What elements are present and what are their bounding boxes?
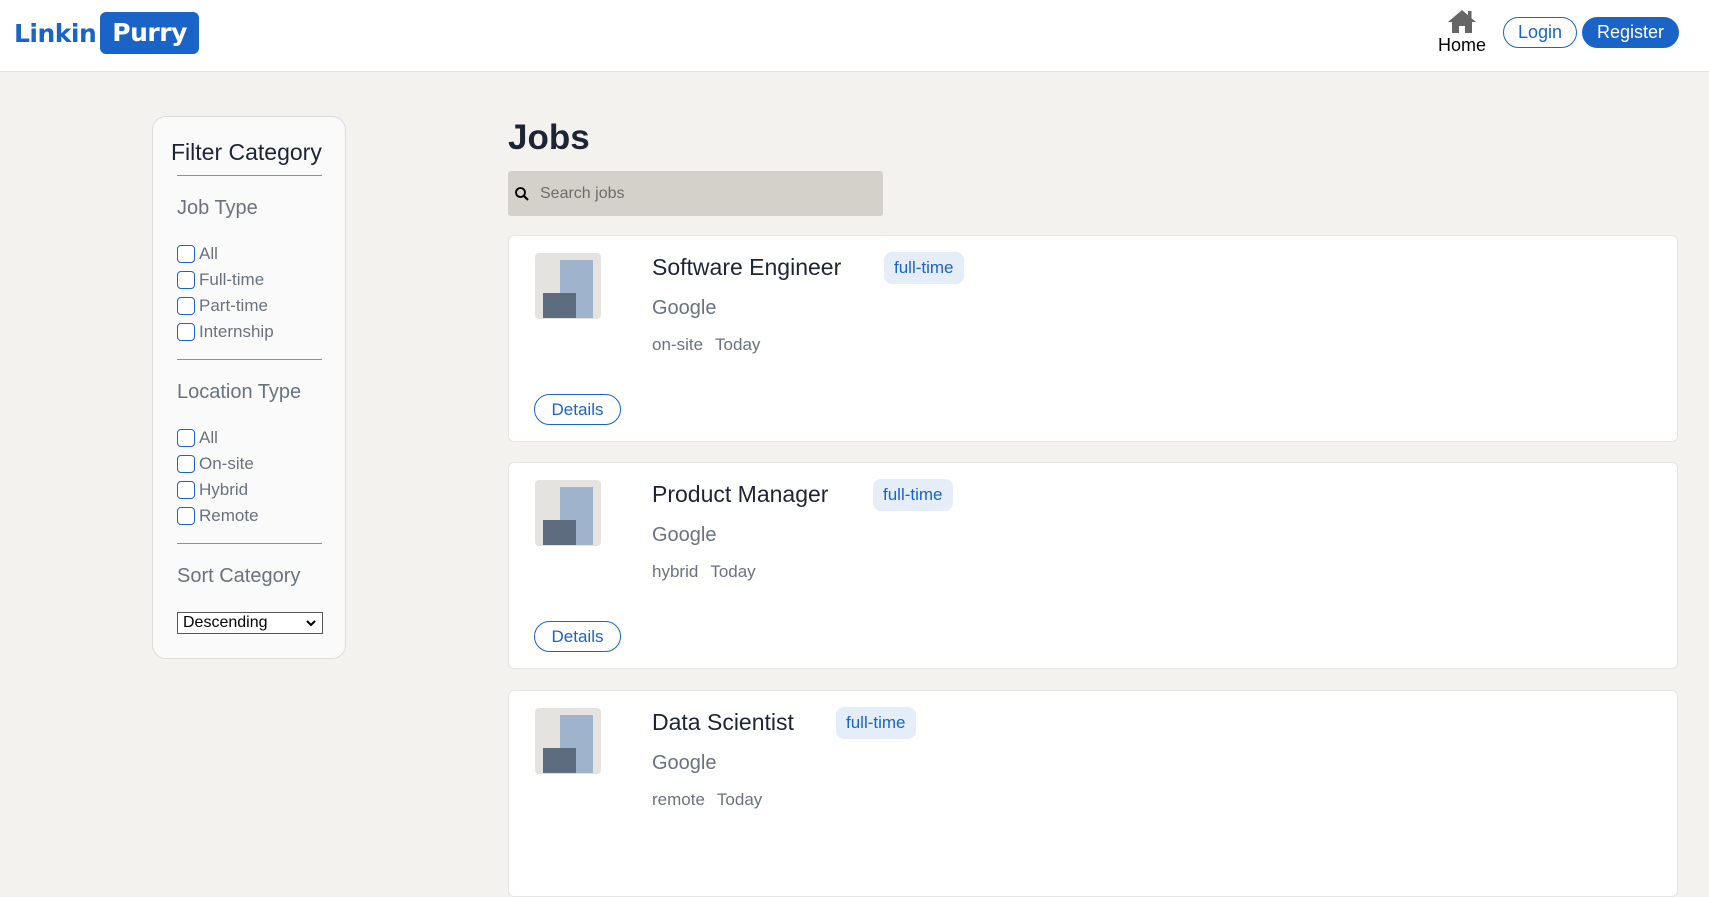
company-logo-placeholder: [535, 480, 601, 546]
job-posted-date: Today: [715, 335, 761, 354]
job-title[interactable]: Data Scientist: [652, 709, 794, 736]
checkbox[interactable]: [177, 429, 195, 447]
location-type-heading: Location Type: [177, 381, 302, 403]
sort-select[interactable]: Descending: [177, 612, 323, 634]
top-navbar: Linkin Purry Home Login Register: [0, 0, 1709, 72]
job-meta: hybrid Today: [652, 562, 756, 582]
home-icon: [1448, 10, 1476, 33]
logo-text-linkin: Linkin: [14, 18, 97, 48]
option-label: Full-time: [199, 270, 265, 289]
login-button[interactable]: Login: [1503, 17, 1577, 48]
checkbox[interactable]: [177, 455, 195, 473]
job-meta: remote Today: [652, 790, 762, 810]
option-label: Remote: [199, 506, 259, 525]
job-title[interactable]: Product Manager: [652, 481, 828, 508]
search-placeholder: Search jobs: [540, 184, 625, 202]
search-icon: [515, 186, 529, 201]
job-type-option-all[interactable]: All: [177, 243, 218, 265]
option-label: On-site: [199, 454, 254, 473]
sort-selected-value: Descending: [183, 614, 268, 631]
details-button[interactable]: Details: [534, 394, 621, 425]
logo-text-purry: Purry: [100, 12, 199, 54]
company-logo-placeholder: [535, 253, 601, 319]
sort-category-heading: Sort Category: [177, 565, 301, 587]
chevron-down-icon: [306, 620, 316, 627]
home-label: Home: [1437, 35, 1486, 55]
job-location-type: hybrid: [652, 562, 699, 581]
job-posted-date: Today: [716, 790, 763, 809]
checkbox[interactable]: [177, 245, 195, 263]
option-label: Part-time: [199, 296, 268, 315]
checkbox[interactable]: [177, 297, 195, 315]
search-input[interactable]: Search jobs: [508, 171, 883, 216]
job-posted-date: Today: [710, 562, 756, 581]
location-type-option-all[interactable]: All: [177, 427, 218, 449]
job-type-option-internship[interactable]: Internship: [177, 321, 274, 343]
job-type-badge: full-time: [836, 707, 916, 739]
register-button[interactable]: Register: [1582, 17, 1679, 48]
checkbox[interactable]: [177, 271, 195, 289]
job-type-option-part-time[interactable]: Part-time: [177, 295, 268, 317]
brand-logo[interactable]: Linkin Purry: [14, 12, 199, 54]
filter-panel: Filter Category Job Type All Full-time P…: [152, 116, 346, 659]
details-button[interactable]: Details: [534, 621, 621, 652]
job-type-heading: Job Type: [177, 197, 258, 219]
job-type-option-full-time[interactable]: Full-time: [177, 269, 264, 291]
job-card: Software Engineer full-time Google on-si…: [508, 235, 1678, 442]
job-type-badge: full-time: [884, 252, 964, 284]
job-card: Data Scientist full-time Google remote To…: [508, 690, 1678, 897]
option-label: All: [199, 428, 218, 447]
company-logo-placeholder: [535, 708, 601, 774]
checkbox[interactable]: [177, 323, 195, 341]
company-name: Google: [652, 524, 717, 546]
job-type-badge: full-time: [873, 479, 953, 511]
location-type-option-remote[interactable]: Remote: [177, 505, 259, 527]
nav-home-link[interactable]: Home: [1434, 8, 1490, 56]
location-type-option-hybrid[interactable]: Hybrid: [177, 479, 248, 501]
page-title: Jobs: [508, 118, 590, 157]
checkbox[interactable]: [177, 481, 195, 499]
filter-title: Filter Category: [171, 139, 322, 165]
job-card: Product Manager full-time Google hybrid T…: [508, 462, 1678, 669]
job-location-type: remote: [652, 790, 705, 809]
job-meta: on-site Today: [652, 335, 760, 355]
checkbox[interactable]: [177, 507, 195, 525]
job-title[interactable]: Software Engineer: [652, 254, 841, 281]
job-location-type: on-site: [652, 335, 704, 354]
option-label: Internship: [199, 322, 274, 341]
divider: [177, 175, 322, 176]
option-label: Hybrid: [199, 480, 249, 499]
divider: [177, 543, 322, 544]
company-name: Google: [652, 752, 717, 774]
company-name: Google: [652, 297, 717, 319]
option-label: All: [199, 244, 218, 263]
location-type-option-on-site[interactable]: On-site: [177, 453, 254, 475]
divider: [177, 359, 322, 360]
